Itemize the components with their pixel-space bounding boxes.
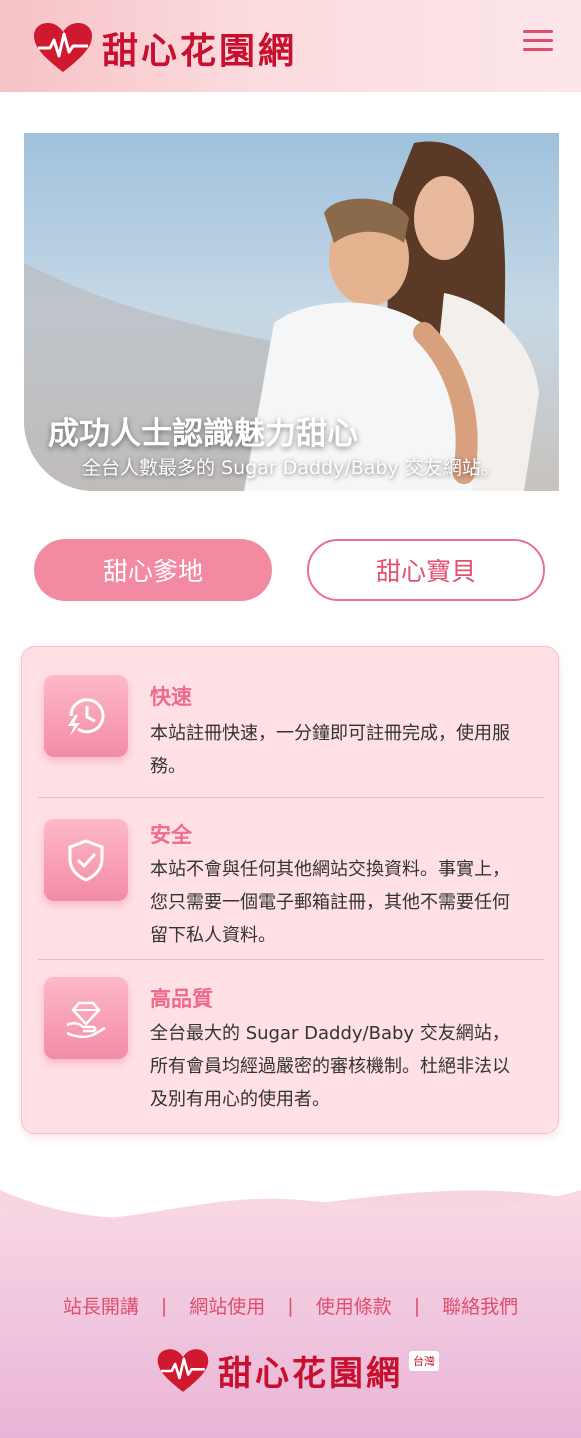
footer-links: 站長開講 | 網站使用 | 使用條款 | 聯絡我們	[0, 1292, 581, 1319]
clock-lightning-icon	[68, 698, 105, 736]
footer-separator: |	[413, 1294, 421, 1317]
hamburger-icon	[523, 30, 553, 33]
feature-title: 安全	[150, 823, 192, 847]
feature-description: 全台最大的 Sugar Daddy/Baby 交友網站，所有會員均經過嚴密的審核…	[150, 1023, 510, 1110]
feature-icon-box	[44, 977, 128, 1059]
feature-title: 高品質	[150, 987, 213, 1011]
feature-description: 本站不會與任何其他網站交換資料。事實上，您只需要一個電子郵箱註冊，其他不需要任何…	[150, 859, 510, 946]
logo-text: 甜心花園網	[102, 31, 298, 72]
divider	[38, 797, 544, 798]
region-tag: 台灣	[409, 1350, 439, 1371]
features-card: 快速 本站註冊快速，一分鐘即可註冊完成，使用服務。 安全 本站不會與任何其他網站…	[21, 646, 559, 1134]
footer-separator: |	[287, 1294, 294, 1317]
feature-title: 快速	[150, 685, 192, 709]
footer-link-blog[interactable]: 站長開講	[63, 1292, 139, 1319]
sugar-baby-button[interactable]: 甜心寶貝	[307, 539, 545, 601]
heart-pulse-icon	[34, 23, 92, 72]
feature-icon-box	[44, 819, 128, 901]
footer-link-usage[interactable]: 網站使用	[189, 1292, 265, 1319]
footer-logo-text: 甜心花園網	[218, 1354, 403, 1394]
site-header: 甜心花園網	[0, 0, 581, 92]
footer-separator: |	[160, 1294, 168, 1317]
sugar-daddy-button[interactable]: 甜心爹地	[34, 539, 272, 601]
hero-subtitle: 全台人數最多的 Sugar Daddy/Baby 交友網站。	[82, 457, 500, 479]
footer-link-terms[interactable]: 使用條款	[316, 1292, 392, 1319]
feature-description: 本站註冊快速，一分鐘即可註冊完成，使用服務。	[150, 723, 510, 777]
hero-banner: 成功人士認識魅力甜心 全台人數最多的 Sugar Daddy/Baby 交友網站…	[24, 133, 559, 491]
diamond-hand-icon	[66, 1001, 106, 1038]
menu-button[interactable]	[523, 30, 553, 54]
heart-pulse-icon	[157, 1348, 209, 1392]
divider	[38, 959, 544, 960]
shield-check-icon	[68, 839, 104, 882]
footer-logo[interactable]: 甜心花園網 台灣	[156, 1346, 439, 1395]
footer-link-contact[interactable]: 聯絡我們	[442, 1292, 518, 1319]
hero-title: 成功人士認識魅力甜心	[48, 416, 358, 452]
feature-icon-box	[44, 675, 128, 757]
site-logo[interactable]: 甜心花園網	[32, 22, 297, 74]
